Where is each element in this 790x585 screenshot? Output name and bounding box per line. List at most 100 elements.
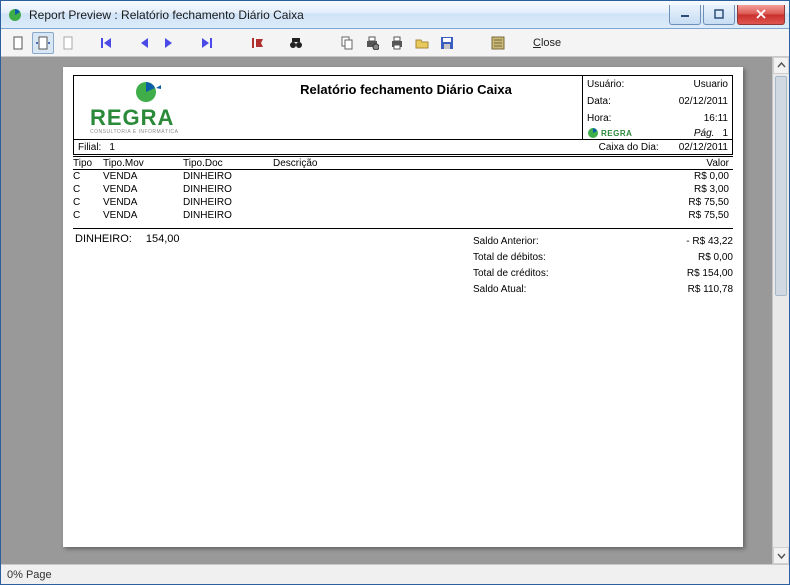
prev-page-button[interactable]: [133, 32, 155, 54]
chevron-up-icon: [777, 61, 786, 70]
meta-page-label: Pág.: [694, 128, 715, 139]
save-icon: [440, 36, 454, 50]
meta-time-value: 16:11: [704, 113, 728, 124]
payment-label: DINHEIRO:: [75, 233, 132, 297]
summary-label: Saldo Atual:: [473, 284, 526, 295]
first-page-button[interactable]: [95, 32, 117, 54]
meta-page-value: 1: [722, 128, 728, 139]
summary-row: Total de débitos: R$ 0,00: [473, 249, 733, 265]
table-header: Tipo Tipo.Mov Tipo.Doc Descrição Valor: [73, 156, 733, 170]
copy-icon: [340, 36, 354, 50]
vertical-scrollbar[interactable]: [772, 57, 789, 564]
table-row: CVENDADINHEIROR$ 3,00: [73, 183, 733, 196]
separator: [183, 32, 193, 54]
cell-doc: DINHEIRO: [183, 184, 273, 195]
table-body: CVENDADINHEIROR$ 0,00CVENDADINHEIROR$ 3,…: [73, 170, 733, 222]
open-button[interactable]: [411, 32, 433, 54]
separator: [323, 32, 333, 54]
zoom-100-button[interactable]: [57, 32, 79, 54]
filial-label: Filial:: [78, 142, 101, 153]
col-doc: Tipo.Doc: [183, 158, 273, 169]
col-desc: Descrição: [273, 158, 633, 169]
prev-page-icon: [138, 37, 150, 49]
window-controls: [667, 5, 785, 25]
separator: [221, 32, 231, 54]
copy-button[interactable]: [336, 32, 358, 54]
save-button[interactable]: [436, 32, 458, 54]
binoculars-icon: [289, 36, 303, 50]
svg-text:CONSULTORIA E INFORMÁTICA: CONSULTORIA E INFORMÁTICA: [90, 128, 179, 135]
regra-logo: REGRA CONSULTORIA E INFORMÁTICA: [82, 79, 222, 137]
table-row: CVENDADINHEIROR$ 75,50: [73, 196, 733, 209]
caixa-label: Caixa do Dia:: [599, 142, 659, 153]
col-valor: Valor: [633, 158, 733, 169]
close-icon: [755, 9, 767, 19]
window: Report Preview : Relatório fechamento Di…: [0, 0, 790, 585]
meta-user-value: Usuario: [694, 79, 728, 90]
meta-time-label: Hora:: [587, 113, 611, 124]
summary-label: Total de débitos:: [473, 252, 546, 263]
cell-mov: VENDA: [103, 171, 183, 182]
next-page-button[interactable]: [158, 32, 180, 54]
cell-mov: VENDA: [103, 210, 183, 221]
svg-text:REGRA: REGRA: [90, 105, 174, 130]
minimize-icon: [680, 9, 690, 19]
zoom-whole-page-button[interactable]: [7, 32, 29, 54]
scroll-track[interactable]: [773, 74, 789, 547]
separator: [272, 32, 282, 54]
page-fit-icon: [12, 36, 24, 50]
table-row: CVENDADINHEIROR$ 0,00: [73, 170, 733, 183]
cell-tipo: C: [73, 210, 103, 221]
maximize-icon: [714, 9, 724, 19]
summary-label: Saldo Anterior:: [473, 236, 539, 247]
minimize-button[interactable]: [669, 5, 701, 25]
close-button-label: lose: [541, 37, 561, 49]
scroll-up-button[interactable]: [773, 57, 789, 74]
open-icon: [415, 37, 429, 49]
printer-setup-icon: [365, 36, 379, 50]
window-title: Report Preview : Relatório fechamento Di…: [29, 8, 667, 22]
cell-valor: R$ 0,00: [633, 171, 733, 182]
scroll-thumb[interactable]: [775, 76, 787, 296]
cell-tipo: C: [73, 171, 103, 182]
separator: [120, 32, 130, 54]
zoom-page-width-button[interactable]: [32, 32, 54, 54]
last-page-button[interactable]: [196, 32, 218, 54]
meta-date-value: 02/12/2011: [679, 96, 728, 107]
cell-mov: VENDA: [103, 184, 183, 195]
scroll-down-button[interactable]: [773, 547, 789, 564]
chevron-down-icon: [777, 551, 786, 560]
settings-icon: [491, 36, 505, 50]
app-icon: [7, 7, 23, 23]
filial-row: Filial: 1 Caixa do Dia: 02/12/2011: [73, 140, 733, 155]
meta-date-label: Data:: [587, 96, 611, 107]
small-logo: REGRA: [587, 127, 632, 139]
page-width-icon: [35, 36, 51, 50]
summary-value: - R$ 43,22: [686, 236, 733, 247]
close-button[interactable]: Close: [525, 37, 569, 49]
filial-value: 1: [109, 142, 115, 153]
report-meta: Usuário: Usuario Data: 02/12/2011 Hora: 16:…: [582, 76, 732, 139]
close-window-button[interactable]: [737, 5, 785, 25]
maximize-button[interactable]: [703, 5, 735, 25]
separator: [474, 32, 484, 54]
print-button[interactable]: [386, 32, 408, 54]
logo-box: REGRA CONSULTORIA E INFORMÁTICA: [74, 76, 229, 139]
cell-valor: R$ 75,50: [633, 197, 733, 208]
cell-tipo: C: [73, 184, 103, 195]
payment-value: 154,00: [146, 233, 180, 297]
summary-box: Saldo Anterior: - R$ 43,22 Total de débito…: [473, 233, 733, 297]
summary-label: Total de créditos:: [473, 268, 549, 279]
separator: [310, 32, 320, 54]
summary-value: R$ 0,00: [698, 252, 733, 263]
summary-row: Saldo Anterior: - R$ 43,22: [473, 233, 733, 249]
col-tipo: Tipo: [73, 158, 103, 169]
goto-button[interactable]: [247, 32, 269, 54]
payment-line: DINHEIRO: 154,00: [73, 233, 333, 297]
settings-button[interactable]: [487, 32, 509, 54]
meta-user-label: Usuário:: [587, 79, 624, 90]
search-button[interactable]: [285, 32, 307, 54]
goto-icon: [251, 37, 265, 49]
printer-setup-button[interactable]: [361, 32, 383, 54]
report-title: Relatório fechamento Diário Caixa: [229, 76, 582, 139]
